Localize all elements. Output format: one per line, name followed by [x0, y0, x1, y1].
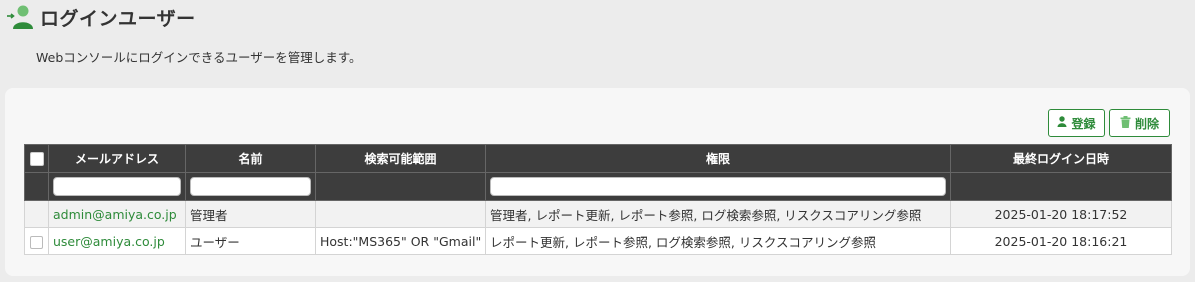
register-label: 登録	[1071, 116, 1096, 131]
email-cell[interactable]: admin@amiya.co.jp	[48, 200, 186, 228]
table-header-row: メールアドレス 名前 検索可能範囲 権限 最終ログイン日時	[24, 144, 1172, 173]
filter-cell-empty	[24, 172, 49, 201]
row-select-cell	[24, 227, 49, 255]
register-button[interactable]: 登録	[1048, 109, 1105, 137]
last-login-cell: 2025-01-20 18:17:52	[950, 200, 1172, 228]
filter-cell-last-login	[950, 172, 1172, 201]
permissions-cell: レポート更新, レポート参照, ログ検索参照, リスクスコアリング参照	[485, 227, 951, 255]
last-login-cell: 2025-01-20 18:16:21	[950, 227, 1172, 255]
column-header-name[interactable]: 名前	[185, 144, 316, 173]
select-all-header[interactable]	[24, 144, 49, 173]
email-filter-input[interactable]	[53, 177, 181, 196]
page-description: Webコンソールにログインできるユーザーを管理します。	[36, 50, 362, 65]
column-header-email[interactable]: メールアドレス	[48, 144, 186, 173]
delete-button[interactable]: 削除	[1109, 109, 1170, 137]
permissions-filter-input[interactable]	[490, 177, 946, 196]
search-scope-cell: Host:"MS365" OR "Gmail"	[315, 227, 486, 255]
select-all-checkbox[interactable]	[29, 151, 44, 166]
name-filter-input[interactable]	[190, 177, 311, 196]
permissions-cell: 管理者, レポート更新, レポート参照, ログ検索参照, リスクスコアリング参照	[485, 200, 951, 228]
search-scope-cell	[315, 200, 486, 228]
trash-icon	[1120, 115, 1131, 131]
user-table: メールアドレス 名前 検索可能範囲 権限 最終ログイン日時 admin@amiy…	[24, 144, 1172, 255]
filter-cell-email	[48, 172, 186, 201]
table-row[interactable]: admin@amiya.co.jp 管理者 管理者, レポート更新, レポート参…	[24, 200, 1172, 228]
name-cell: ユーザー	[185, 227, 316, 255]
column-header-search-scope[interactable]: 検索可能範囲	[315, 144, 486, 173]
name-cell: 管理者	[185, 200, 316, 228]
column-header-permissions[interactable]: 権限	[485, 144, 951, 173]
page-title: ログインユーザー	[40, 7, 196, 30]
user-panel: 登録 削除 メールアドレス 名前 検索可能範囲 権限 最終ログイン日時 admi…	[5, 88, 1190, 276]
user-add-icon	[6, 4, 36, 30]
filter-cell-permissions	[485, 172, 951, 201]
table-row[interactable]: user@amiya.co.jp ユーザー Host:"MS365" OR "G…	[24, 227, 1172, 255]
page-header: ログインユーザー	[6, 4, 196, 30]
user-icon	[1057, 116, 1067, 130]
email-cell[interactable]: user@amiya.co.jp	[48, 227, 186, 255]
delete-label: 削除	[1134, 116, 1159, 131]
filter-row	[24, 172, 1172, 201]
column-header-last-login[interactable]: 最終ログイン日時	[950, 144, 1172, 173]
filter-cell-name	[185, 172, 316, 201]
filter-cell-search-scope	[315, 172, 486, 201]
row-checkbox[interactable]	[30, 235, 43, 249]
row-select-cell	[24, 200, 49, 228]
